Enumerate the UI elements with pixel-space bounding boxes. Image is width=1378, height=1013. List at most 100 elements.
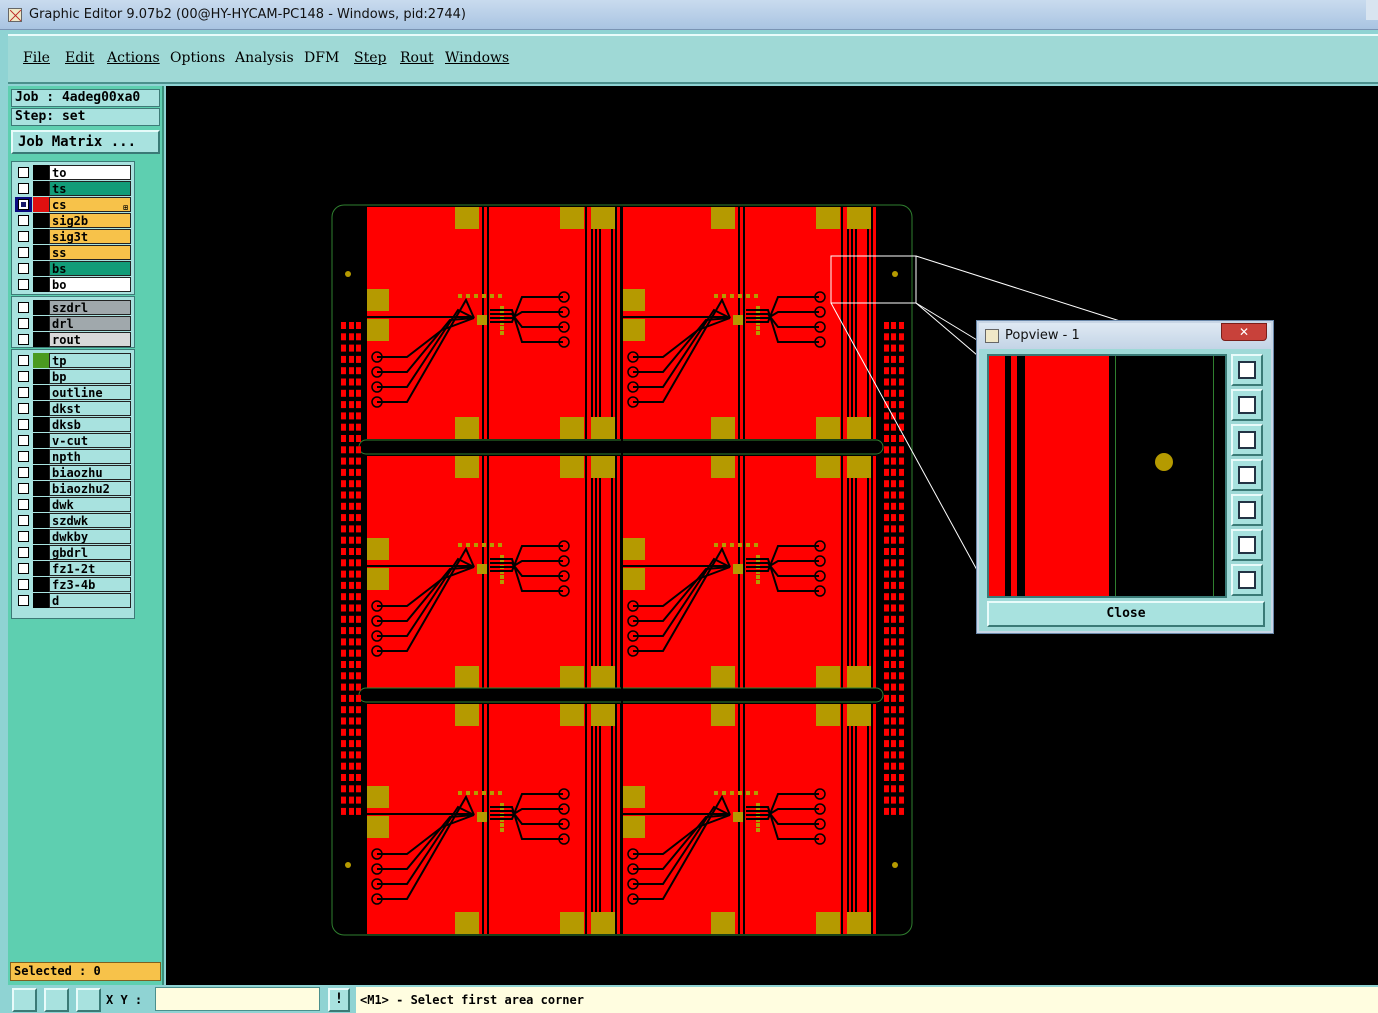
angle-icon[interactable] [44, 988, 69, 1012]
layer-row-biaozhu[interactable]: biaozhu [15, 465, 132, 480]
menu-edit[interactable]: Edit [65, 50, 94, 66]
layer-name[interactable]: gbdrl [49, 545, 131, 560]
layer-row-sig3t[interactable]: sig3t [15, 229, 132, 244]
layer-name[interactable]: ts [49, 181, 131, 196]
layer-row-tp[interactable]: tp [15, 353, 132, 368]
layer-checkbox[interactable] [18, 231, 29, 242]
layer-name[interactable]: szdrl [49, 300, 131, 315]
layer-name[interactable]: to [49, 165, 131, 180]
layer-row-sig2b[interactable]: sig2b [15, 213, 132, 228]
layer-row-bo[interactable]: bo [15, 277, 132, 292]
layer-row-bp[interactable]: bp [15, 369, 132, 384]
layer-checkbox[interactable] [18, 579, 29, 590]
layer-name[interactable]: dksb [49, 417, 131, 432]
layer-row-dwkby[interactable]: dwkby [15, 529, 132, 544]
pan-up-icon[interactable] [1231, 389, 1263, 421]
grid-icon[interactable] [76, 988, 101, 1012]
layer-checkbox[interactable] [18, 302, 29, 313]
menu-options[interactable]: Options [170, 50, 225, 66]
layer-name[interactable]: biaozhu [49, 465, 131, 480]
layer-row-rout[interactable]: rout [15, 332, 132, 347]
menu-step[interactable]: Step [354, 50, 386, 66]
layer-checkbox[interactable] [18, 435, 29, 446]
layer-row-biaozhu2[interactable]: biaozhu2 [15, 481, 132, 496]
layer-checkbox[interactable] [18, 467, 29, 478]
layer-checkbox[interactable] [18, 419, 29, 430]
layer-name[interactable]: bs [49, 261, 131, 276]
pan-right-icon[interactable] [1231, 494, 1263, 526]
layer-row-fz3-4b[interactable]: fz3-4b [15, 577, 132, 592]
prompt-button[interactable]: ! [328, 988, 350, 1012]
layer-name[interactable]: dwkby [49, 529, 131, 544]
layer-name[interactable]: v-cut [49, 433, 131, 448]
menu-analysis[interactable]: Analysis [235, 50, 294, 66]
menu-windows[interactable]: Windows [445, 50, 509, 66]
layer-checkbox[interactable] [18, 387, 29, 398]
layer-checkbox[interactable] [18, 371, 29, 382]
layer-checkbox[interactable] [18, 247, 29, 258]
layer-checkbox[interactable] [18, 199, 29, 210]
popview-close-button[interactable]: Close [987, 601, 1265, 627]
layer-name[interactable]: d [49, 593, 131, 608]
layer-checkbox[interactable] [18, 483, 29, 494]
layer-row-dksb[interactable]: dksb [15, 417, 132, 432]
layer-name[interactable]: dwk [49, 497, 131, 512]
menu-file[interactable]: File [23, 50, 50, 66]
zoom-home-icon[interactable] [1231, 354, 1263, 386]
layer-checkbox[interactable] [18, 499, 29, 510]
layer-checkbox[interactable] [18, 263, 29, 274]
layer-name[interactable]: dkst [49, 401, 131, 416]
layer-checkbox[interactable] [18, 279, 29, 290]
layer-checkbox[interactable] [18, 355, 29, 366]
layer-checkbox[interactable] [18, 403, 29, 414]
layer-checkbox[interactable] [18, 451, 29, 462]
layer-name[interactable]: fz1-2t [49, 561, 131, 576]
layer-checkbox[interactable] [18, 318, 29, 329]
layer-name[interactable]: szdwk [49, 513, 131, 528]
layer-row-dkst[interactable]: dkst [15, 401, 132, 416]
layer-checkbox[interactable] [18, 167, 29, 178]
menu-rout[interactable]: Rout [400, 50, 434, 66]
layer-row-cs[interactable]: cs ⊞ [15, 197, 132, 212]
layer-row-drl[interactable]: drl [15, 316, 132, 331]
layer-name[interactable]: biaozhu2 [49, 481, 131, 496]
layer-checkbox[interactable] [18, 563, 29, 574]
layer-checkbox[interactable] [18, 515, 29, 526]
pan-down-icon[interactable] [1231, 424, 1263, 456]
layer-name[interactable]: ss [49, 245, 131, 260]
layer-name[interactable]: drl [49, 316, 131, 331]
layer-row-npth[interactable]: npth [15, 449, 132, 464]
layer-row-d[interactable]: d [15, 593, 132, 608]
layer-name[interactable]: npth [49, 449, 131, 464]
layer-row-ts[interactable]: ts [15, 181, 132, 196]
layer-row-to[interactable]: to [15, 165, 132, 180]
layer-name[interactable]: bp [49, 369, 131, 384]
zoom-extents-icon[interactable] [1231, 564, 1263, 596]
layer-row-ss[interactable]: ss [15, 245, 132, 260]
layer-row-gbdrl[interactable]: gbdrl [15, 545, 132, 560]
layer-row-outline[interactable]: outline [15, 385, 132, 400]
layer-checkbox[interactable] [18, 183, 29, 194]
layer-name[interactable]: sig2b [49, 213, 131, 228]
layer-row-szdrl[interactable]: szdrl [15, 300, 132, 315]
layer-checkbox[interactable] [18, 531, 29, 542]
layer-checkbox[interactable] [18, 547, 29, 558]
measure-icon[interactable] [12, 988, 37, 1012]
zoom-fit-icon[interactable] [1231, 529, 1263, 561]
layer-name[interactable]: sig3t [49, 229, 131, 244]
layer-name[interactable]: bo [49, 277, 131, 292]
layer-row-bs[interactable]: bs [15, 261, 132, 276]
menu-actions[interactable]: Actions [107, 50, 160, 66]
layer-name[interactable]: rout [49, 332, 131, 347]
layer-row-szdwk[interactable]: szdwk [15, 513, 132, 528]
layer-row-dwk[interactable]: dwk [15, 497, 132, 512]
menu-dfm[interactable]: DFM [304, 50, 339, 66]
layer-scroll-track[interactable] [135, 161, 162, 619]
popview-close-icon[interactable]: ✕ [1221, 323, 1267, 341]
layer-checkbox[interactable] [18, 215, 29, 226]
xy-input[interactable] [155, 987, 320, 1011]
layer-name[interactable]: fz3-4b [49, 577, 131, 592]
job-matrix-button[interactable]: Job Matrix ... [11, 130, 160, 154]
layer-row-fz1-2t[interactable]: fz1-2t [15, 561, 132, 576]
layer-name[interactable]: tp [49, 353, 131, 368]
